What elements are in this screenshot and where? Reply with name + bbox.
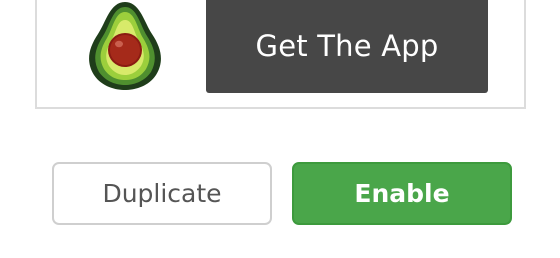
get-the-app-label: Get The App xyxy=(255,28,439,63)
get-the-app-button[interactable]: Get The App xyxy=(206,0,488,93)
avocado-icon xyxy=(89,2,161,90)
enable-button[interactable]: Enable xyxy=(292,162,512,225)
duplicate-button[interactable]: Duplicate xyxy=(52,162,272,225)
duplicate-label: Duplicate xyxy=(102,179,222,208)
enable-label: Enable xyxy=(354,179,450,208)
page: Get The App Duplicate Enable xyxy=(0,0,560,258)
